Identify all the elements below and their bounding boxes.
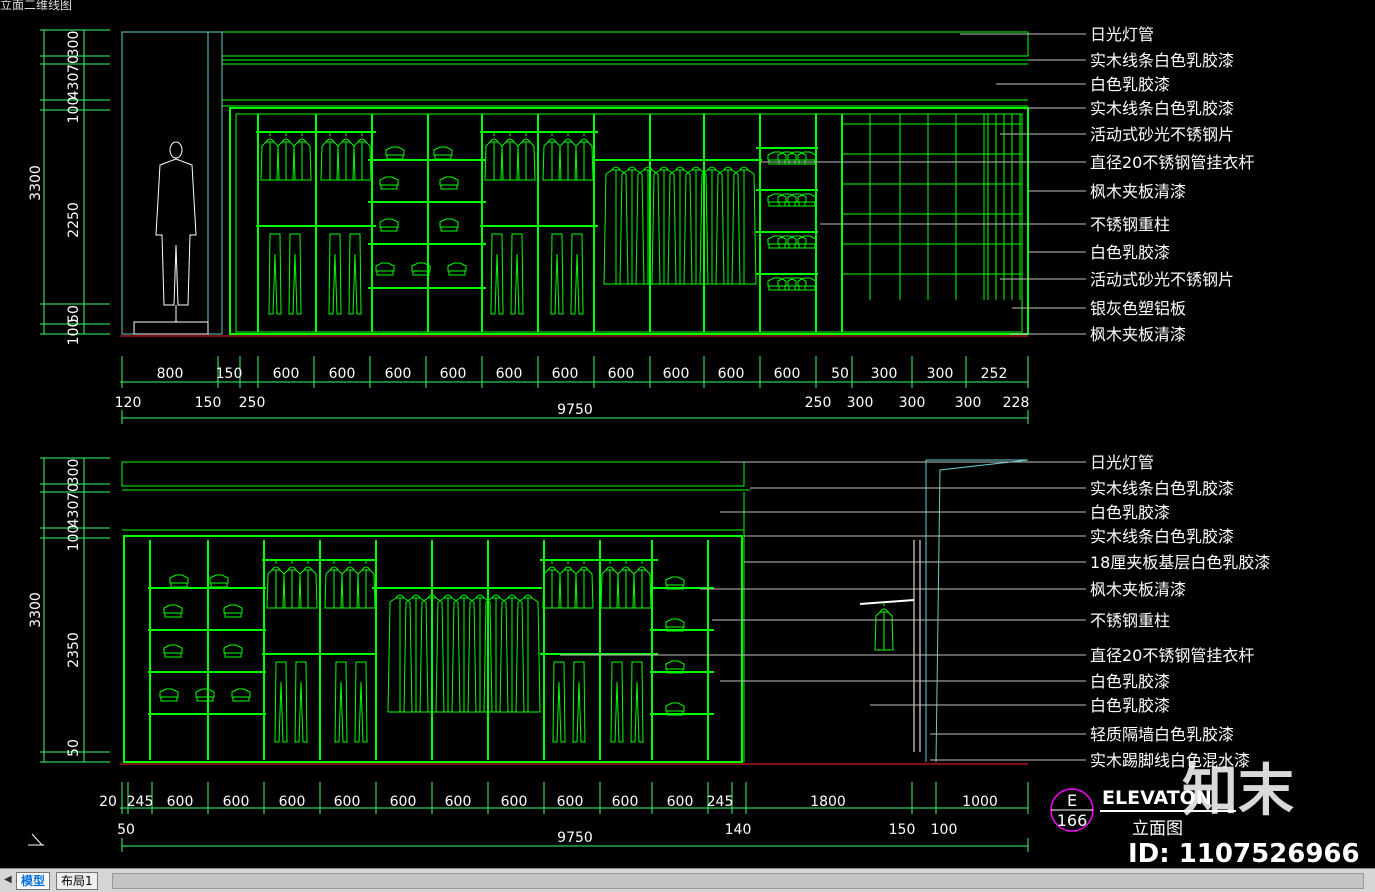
callout-label: 活动式砂光不锈钢片: [1090, 270, 1234, 289]
dimension-label: 600: [774, 366, 801, 382]
total-width-label: 9750: [557, 830, 593, 846]
callout-label: 银灰色塑铝板: [1090, 299, 1186, 318]
dimension-label: 50: [66, 739, 82, 757]
dimension-label: 1800: [810, 794, 846, 810]
dimension-label: 600: [385, 366, 412, 382]
horizontal-scrollbar[interactable]: [112, 873, 1364, 889]
dimension-label: 300: [927, 366, 954, 382]
dimension-label: 1000: [962, 794, 998, 810]
dimension-label: 300: [955, 395, 982, 411]
dimension-label: 100: [66, 525, 82, 552]
dimension-label: 600: [663, 366, 690, 382]
dimension-label: 600: [329, 366, 356, 382]
dimension-label: 600: [667, 794, 694, 810]
dimension-label: 600: [552, 366, 579, 382]
dimension-label: 600: [608, 366, 635, 382]
callout-label: 实木线条白色乳胶漆: [1090, 99, 1234, 118]
tab-model[interactable]: 模型: [16, 872, 51, 890]
dimension-label: 600: [334, 794, 361, 810]
callout-label: 不锈钢重柱: [1090, 611, 1170, 630]
dimension-label: 600: [167, 794, 194, 810]
dimension-label: 800: [157, 366, 184, 382]
cad-drawing-canvas: 800 150 600 600 600 600 600 600 600 600 600 600 50 30…: [28, 25, 1360, 869]
dimension-label: 300: [871, 366, 898, 382]
dimension-label: 228: [1003, 395, 1030, 411]
dimension-label: 430: [66, 73, 82, 100]
mannequin-figure: [133, 141, 209, 335]
dimension-label: 50: [117, 822, 135, 838]
tab-scroll-left-icon[interactable]: ◀: [4, 872, 14, 888]
dimension-label: 300: [66, 31, 82, 58]
dimension-label: 600: [273, 366, 300, 382]
dimension-label: 100: [931, 822, 958, 838]
tab-layout1[interactable]: 布局1: [56, 872, 98, 890]
dimension-label: 300: [847, 395, 874, 411]
watermark-id: ID: 1107526966: [1128, 839, 1360, 869]
dimension-label: 250: [805, 395, 832, 411]
total-width-label: 9750: [557, 402, 593, 418]
dimension-label: 120: [115, 395, 142, 411]
callout-label: 直径20不锈钢管挂衣杆: [1090, 153, 1254, 172]
title-block-number: 166: [1057, 811, 1088, 830]
dimension-label: 250: [239, 395, 266, 411]
callout-label: 实木线条白色乳胶漆: [1090, 51, 1234, 70]
callout-label: 白色乳胶漆: [1090, 503, 1170, 522]
watermark-logo: 知末: [1182, 759, 1294, 824]
dimension-label: 252: [981, 366, 1008, 382]
dimension-label: 600: [496, 366, 523, 382]
callout-label: 白色乳胶漆: [1090, 243, 1170, 262]
dimension-label: 600: [718, 366, 745, 382]
total-height-label: 3300: [28, 592, 44, 628]
dimension-label: 600: [612, 794, 639, 810]
dimension-label: 100: [66, 97, 82, 124]
dimension-label: 2350: [66, 632, 82, 668]
dimension-label: 150: [195, 395, 222, 411]
dimension-label: 2250: [66, 202, 82, 238]
dimension-label: 600: [390, 794, 417, 810]
layout-tab-bar: ◀ 模型 布局1: [0, 868, 1375, 892]
dimension-label: 100: [66, 319, 82, 346]
callout-label: 日光灯管: [1090, 25, 1154, 44]
callout-label: 白色乳胶漆: [1090, 696, 1170, 715]
callout-label: 枫木夹板清漆: [1090, 325, 1186, 344]
callout-label: 日光灯管: [1090, 453, 1154, 472]
callout-label: 白色乳胶漆: [1090, 672, 1170, 691]
dimension-label: 70: [66, 483, 82, 501]
dimension-label: 300: [66, 459, 82, 486]
dimension-label: 600: [557, 794, 584, 810]
ucs-icon: [28, 833, 44, 846]
dimension-label: 50: [831, 366, 849, 382]
dimension-label: 140: [725, 822, 752, 838]
callout-label: 实木线条白色乳胶漆: [1090, 527, 1234, 546]
dimension-label: 70: [66, 55, 82, 73]
dimension-label: 20: [99, 794, 117, 810]
callout-label: 实木线条白色乳胶漆: [1090, 479, 1234, 498]
total-height-label: 3300: [28, 165, 44, 201]
top-elevation: [120, 31, 1086, 337]
dimension-label: 600: [223, 794, 250, 810]
title-block-letter: E: [1067, 791, 1077, 810]
dimension-label: 600: [445, 794, 472, 810]
callout-label: 白色乳胶漆: [1090, 75, 1170, 94]
callout-label: 枫木夹板清漆: [1090, 580, 1186, 599]
dimension-label: 600: [501, 794, 528, 810]
callout-label: 18厘夹板基层白色乳胶漆: [1090, 553, 1270, 572]
dimension-label: 600: [279, 794, 306, 810]
dimension-label: 150: [216, 366, 243, 382]
callout-label: 不锈钢重柱: [1090, 215, 1170, 234]
callout-label: 枫木夹板清漆: [1090, 182, 1186, 201]
dimension-label: 245: [127, 794, 154, 810]
callout-label: 活动式砂光不锈钢片: [1090, 125, 1234, 144]
dimension-label: 600: [440, 366, 467, 382]
watermark: 知末 ID: 1107526966: [1128, 759, 1360, 869]
dimension-label: 300: [899, 395, 926, 411]
dimension-label: 245: [707, 794, 734, 810]
bottom-elevation: [120, 459, 1086, 765]
title-chinese: 立面图: [1132, 819, 1183, 839]
dimension-label: 430: [66, 501, 82, 528]
callout-label: 轻质隔墙白色乳胶漆: [1090, 725, 1234, 744]
dimension-label: 150: [889, 822, 916, 838]
callout-label: 直径20不锈钢管挂衣杆: [1090, 646, 1254, 665]
